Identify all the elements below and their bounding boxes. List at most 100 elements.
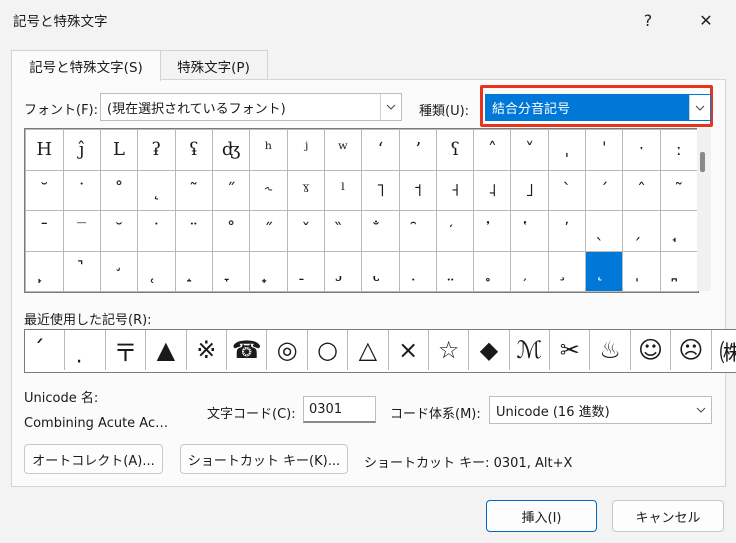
symbol-cell[interactable]: ˄ [473,129,512,171]
symbol-cell[interactable]: ʰ [249,129,288,171]
symbol-cell[interactable]: ̖ [585,210,624,252]
recent-symbol[interactable]: ☆ [429,330,470,370]
recent-symbol[interactable]: ※ [187,330,227,370]
scrollbar-thumb[interactable] [700,152,705,172]
symbol-cell[interactable]: ̡ [324,250,363,292]
symbol-cell[interactable]: ̦ [510,250,549,292]
symbol-cell[interactable]: ˠ [286,169,326,211]
symbol-cell[interactable]: ˘ [25,169,64,211]
recent-symbol[interactable]: ́ [25,330,66,370]
symbol-cell[interactable]: ˈ [585,129,624,171]
recent-symbol[interactable]: ☎ [227,330,268,370]
symbol-cell[interactable]: ˅ [510,129,549,171]
symbol-cell[interactable]: ˜ [174,169,213,211]
insert-button[interactable]: 挿入(I) [486,500,597,532]
symbol-cell[interactable]: ĵ [62,129,101,171]
symbol-cell[interactable]: ˛ [137,169,176,211]
symbol-cell[interactable]: ʡ [137,129,176,171]
symbol-cell[interactable]: ̩ [622,250,661,292]
symbol-cell[interactable]: ̠ [286,250,326,292]
symbol-cell[interactable]: ̢ [361,250,400,292]
subset-dropdown[interactable]: 結合分音記号 [485,94,711,121]
recent-symbol[interactable]: ☹ [671,330,712,370]
symbol-cell[interactable]: ̏ [324,210,363,252]
symbol-cell[interactable]: ̚ [62,250,101,292]
recent-symbol[interactable]: ̣ [65,330,106,370]
symbol-cell[interactable]: ̑ [398,210,437,252]
symbol-cell[interactable]: ̓ [473,210,512,252]
symbol-cell[interactable]: ˞ [249,169,288,211]
symbol-cell[interactable]: ˧ [435,169,475,211]
recent-symbol[interactable]: ◎ [267,330,308,370]
symbol-cell[interactable]: ʼ [398,129,437,171]
autocorrect-button[interactable]: オートコレクト(A)... [24,444,163,474]
symbol-cell[interactable]: ̔ [510,210,549,252]
symbol-cell[interactable]: ̛ [99,250,139,292]
symbol-cell[interactable]: ̙ [25,250,64,292]
recent-symbol[interactable]: ◆ [469,330,510,370]
code-system-dropdown[interactable]: Unicode (16 進数) [489,396,712,424]
symbol-cell[interactable]: ʷ [324,129,363,171]
symbol-cell[interactable]: ˜ [659,169,698,211]
symbol-cell[interactable]: ´ [585,169,624,211]
symbol-cell[interactable]: ̟ [249,250,288,292]
recent-symbol[interactable]: ○ [308,330,349,370]
recent-symbol[interactable]: ✂ [550,330,591,370]
symbol-cell[interactable]: ̜ [137,250,176,292]
recent-symbol[interactable]: ♨ [590,330,631,370]
symbol-cell[interactable]: ` [547,169,587,211]
symbol-cell[interactable]: ¨ [174,210,213,252]
symbol-cell[interactable]: ̥ [473,250,512,292]
symbol-cell[interactable]: ̗ [622,210,661,252]
symbol-cell[interactable]: ̪ [659,250,698,292]
symbol-cell[interactable]: ̘ [659,210,698,252]
symbol-cell[interactable]: ː [659,129,698,171]
recent-symbol[interactable]: × [389,330,429,370]
help-button[interactable]: ? [630,4,666,36]
symbol-cell[interactable]: ‾ [62,210,101,252]
cancel-button[interactable]: キャンセル [612,500,724,532]
symbol-cell[interactable]: ˙ [137,210,176,252]
symbol-cell[interactable]: ̞ [211,250,251,292]
symbol-cell[interactable]: ˘ [99,210,139,252]
recent-symbol[interactable]: ㈱ [712,330,736,370]
symbol-cell[interactable]: ̒ [435,210,475,252]
tab-symbols[interactable]: 記号と特殊文字(S) [11,50,161,81]
symbol-cell[interactable]: L [99,129,139,171]
shortcut-key-button[interactable]: ショートカット キー(K)... [180,444,348,474]
symbol-cell[interactable]: ˩ [510,169,549,211]
symbol-cell[interactable]: ̨ [585,250,624,292]
symbol-cell[interactable]: ˆ [622,169,661,211]
symbol-cell[interactable]: ʕ [435,129,475,171]
symbol-cell[interactable]: ˙ [62,169,101,211]
tab-special-characters[interactable]: 特殊文字(P) [159,50,268,80]
recent-symbol[interactable]: △ [348,330,389,370]
symbol-cell[interactable]: ̤ [435,250,475,292]
symbol-cell[interactable]: ˨ [473,169,512,211]
close-button[interactable]: ✕ [688,4,724,36]
symbol-cell[interactable]: ̕ [547,210,587,252]
symbol-cell[interactable]: ˌ [547,129,587,171]
symbol-cell[interactable]: ̣ [398,250,437,292]
recent-symbol[interactable]: ℳ [510,330,551,370]
symbol-cell[interactable]: H [25,129,64,171]
symbol-cell[interactable]: ˉ [25,210,64,252]
symbol-cell[interactable]: ˡ [324,169,363,211]
recent-symbol[interactable]: ▲ [146,330,187,370]
symbol-cell[interactable]: ʤ [211,129,251,171]
symbol-cell[interactable]: ˥ [361,169,400,211]
recent-symbol[interactable]: ☺ [631,330,672,370]
symbol-cell[interactable]: ˑ [622,129,661,171]
symbol-cell[interactable]: ʲ [286,129,326,171]
symbol-cell[interactable]: ̝ [174,250,213,292]
char-code-input[interactable]: 0301 [303,396,376,423]
font-dropdown[interactable]: (現在選択されているフォント) [100,93,402,121]
symbol-cell[interactable]: ˇ [286,210,326,252]
symbol-cell[interactable]: ʢ [174,129,213,171]
symbol-grid[interactable]: Hĵ Lʡ ʢ ʤ ʰ ʲ ʷ ʻ ʼ ʕ ˄ ˅ ˌ ˈ ˑ ː ˘ ˙ ˚ ˛ ˜ ˝ ˞ ˠ ˡ ˥ ˦ ˧ ˨ ˩ ` ´ ˆ ˜ ˉ ‾ ˘ ˙… [24,128,699,293]
symbol-cell[interactable]: ̧ [547,250,587,292]
recent-symbol[interactable]: 〒 [106,330,147,370]
symbol-cell[interactable]: ˝ [249,210,288,252]
symbol-cell[interactable]: ̐ [361,210,400,252]
symbol-cell[interactable]: ˚ [99,169,139,211]
